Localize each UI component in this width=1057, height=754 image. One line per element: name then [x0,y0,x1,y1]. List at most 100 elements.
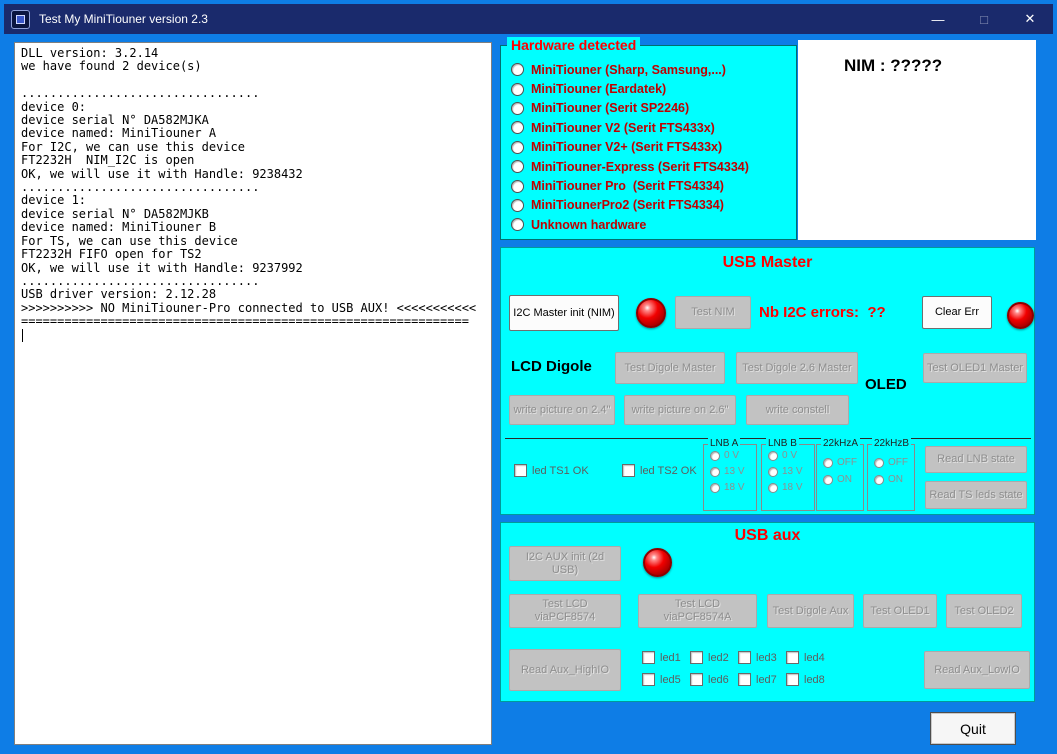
i2c-aux-init-button[interactable]: I2C AUX init (2d USB) [509,546,621,581]
read-aux-lowio-button[interactable]: Read Aux_LowIO [924,651,1030,689]
radio-minitiouner-sharp[interactable]: MiniTiouner (Sharp, Samsung,...) [501,60,796,79]
test-lcd-pcf8574-button[interactable]: Test LCD viaPCF8574 [509,594,621,628]
radio-minitiouner-eardatek[interactable]: MiniTiouner (Eardatek) [501,79,796,98]
checkbox-label: led8 [804,674,825,686]
log-text: DLL version: 3.2.14 we have found 2 devi… [15,43,491,333]
radio-label: MiniTiouner Pro (Serit FTS4334) [531,179,724,193]
checkbox-icon [738,673,751,686]
khz-b-groupbox: 22kHzB OFF ON [867,444,915,511]
checkbox-label: led6 [708,674,729,686]
radio-label: OFF [837,457,857,468]
radio-lnb-a-13v[interactable]: 13 V [710,466,756,477]
test-oled1-master-button[interactable]: Test OLED1 Master [923,353,1027,383]
checkbox-icon [642,651,655,664]
write-constell-button[interactable]: write constell [746,395,849,425]
test-digole-aux-button[interactable]: Test Digole Aux [767,594,854,628]
i2c-errors-label: Nb I2C errors: ?? [759,304,886,321]
checkbox-led6[interactable]: led6 [690,673,729,686]
app-icon [11,10,30,29]
test-digole-master-button[interactable]: Test Digole Master [615,352,725,384]
checkbox-icon [786,651,799,664]
khz-a-title: 22kHzA [821,438,860,449]
checkbox-led3[interactable]: led3 [738,651,777,664]
test-lcd-pcf8574a-button[interactable]: Test LCD viaPCF8574A [638,594,757,628]
checkbox-led2[interactable]: led2 [690,651,729,664]
close-button[interactable]: ✕ [1007,4,1053,34]
checkbox-icon [690,673,703,686]
quit-button[interactable]: Quit [930,712,1016,745]
read-aux-highio-button[interactable]: Read Aux_HighIO [509,649,621,691]
radio-minitiouner-v2plus[interactable]: MiniTiouner V2+ (Serit FTS433x) [501,138,796,157]
radio-label: MiniTiouner V2+ (Serit FTS433x) [531,140,722,154]
read-ts-leds-state-button[interactable]: Read TS leds state [925,481,1027,509]
radio-lnb-a-18v[interactable]: 18 V [710,482,756,493]
khz-a-groupbox: 22kHzA OFF ON [816,444,864,511]
nim-label: NIM : ????? [844,56,942,76]
checkbox-led-ts2[interactable]: led TS2 OK [622,464,697,477]
radio-lnb-b-13v[interactable]: 13 V [768,466,814,477]
checkbox-icon [786,673,799,686]
radio-icon [511,180,524,193]
radio-khz-b-on[interactable]: ON [874,474,914,485]
radio-lnb-a-0v[interactable]: 0 V [710,450,756,461]
test-nim-button[interactable]: Test NIM [675,296,751,329]
minimize-button[interactable]: — [915,4,961,34]
radio-label: 13 V [724,466,745,477]
radio-label: MiniTiouner V2 (Serit FTS433x) [531,121,715,135]
radio-minitiouner-express[interactable]: MiniTiouner-Express (Serit FTS4334) [501,157,796,176]
lnb-a-groupbox: LNB A 0 V 13 V 18 V [703,444,757,511]
checkbox-label: led7 [756,674,777,686]
radio-minitiouner-serit-sp2246[interactable]: MiniTiouner (Serit SP2246) [501,99,796,118]
checkbox-led-ts1[interactable]: led TS1 OK [514,464,589,477]
radio-minitiouner-pro[interactable]: MiniTiouner Pro (Serit FTS4334) [501,176,796,195]
clear-err-button[interactable]: Clear Err [922,296,992,329]
lnb-b-groupbox: LNB B 0 V 13 V 18 V [761,444,815,511]
write-picture-26-button[interactable]: write picture on 2.6" [624,395,736,425]
radio-label: ON [837,474,852,485]
radio-icon [874,475,884,485]
log-textbox[interactable]: DLL version: 3.2.14 we have found 2 devi… [14,42,492,745]
radio-label: 0 V [724,450,739,461]
window-controls: — □ ✕ [915,4,1053,34]
radio-lnb-b-18v[interactable]: 18 V [768,482,814,493]
radio-khz-a-off[interactable]: OFF [823,457,863,468]
test-oled2-button[interactable]: Test OLED2 [946,594,1022,628]
checkbox-label: led1 [660,652,681,664]
write-picture-24-button[interactable]: write picture on 2.4" [509,395,615,425]
checkbox-icon [514,464,527,477]
title-bar[interactable]: Test My MiniTiouner version 2.3 — □ ✕ [4,4,1053,34]
lnb-b-title: LNB B [766,438,799,449]
hardware-title: Hardware detected [507,37,640,53]
radio-lnb-b-0v[interactable]: 0 V [768,450,814,461]
radio-minitiouner-v2[interactable]: MiniTiouner V2 (Serit FTS433x) [501,118,796,137]
checkbox-led7[interactable]: led7 [738,673,777,686]
i2c-master-init-button[interactable]: I2C Master init (NIM) [509,295,619,331]
checkbox-icon [622,464,635,477]
radio-minitiouner-pro2[interactable]: MiniTiounerPro2 (Serit FTS4334) [501,196,796,215]
checkbox-icon [738,651,751,664]
maximize-button[interactable]: □ [961,4,1007,34]
text-caret [22,329,23,342]
read-lnb-state-button[interactable]: Read LNB state [925,446,1027,473]
window-title: Test My MiniTiouner version 2.3 [39,12,208,26]
radio-unknown-hardware[interactable]: Unknown hardware [501,215,796,234]
checkbox-led5[interactable]: led5 [642,673,681,686]
radio-khz-a-on[interactable]: ON [823,474,863,485]
checkbox-label: led TS2 OK [640,465,697,477]
radio-khz-b-off[interactable]: OFF [874,457,914,468]
radio-icon [511,83,524,96]
checkbox-led4[interactable]: led4 [786,651,825,664]
test-oled1-button[interactable]: Test OLED1 [863,594,937,628]
oled-label: OLED [865,376,907,393]
checkbox-label: led4 [804,652,825,664]
radio-label: 18 V [724,482,745,493]
i2c-error-led [1007,302,1034,329]
khz-b-title: 22kHzB [872,438,911,449]
radio-icon [511,102,524,115]
radio-icon [511,121,524,134]
checkbox-led1[interactable]: led1 [642,651,681,664]
test-digole-26-master-button[interactable]: Test Digole 2.6 Master [736,352,858,384]
lcd-digole-label: LCD Digole [511,358,592,375]
checkbox-led8[interactable]: led8 [786,673,825,686]
radio-icon [823,475,833,485]
